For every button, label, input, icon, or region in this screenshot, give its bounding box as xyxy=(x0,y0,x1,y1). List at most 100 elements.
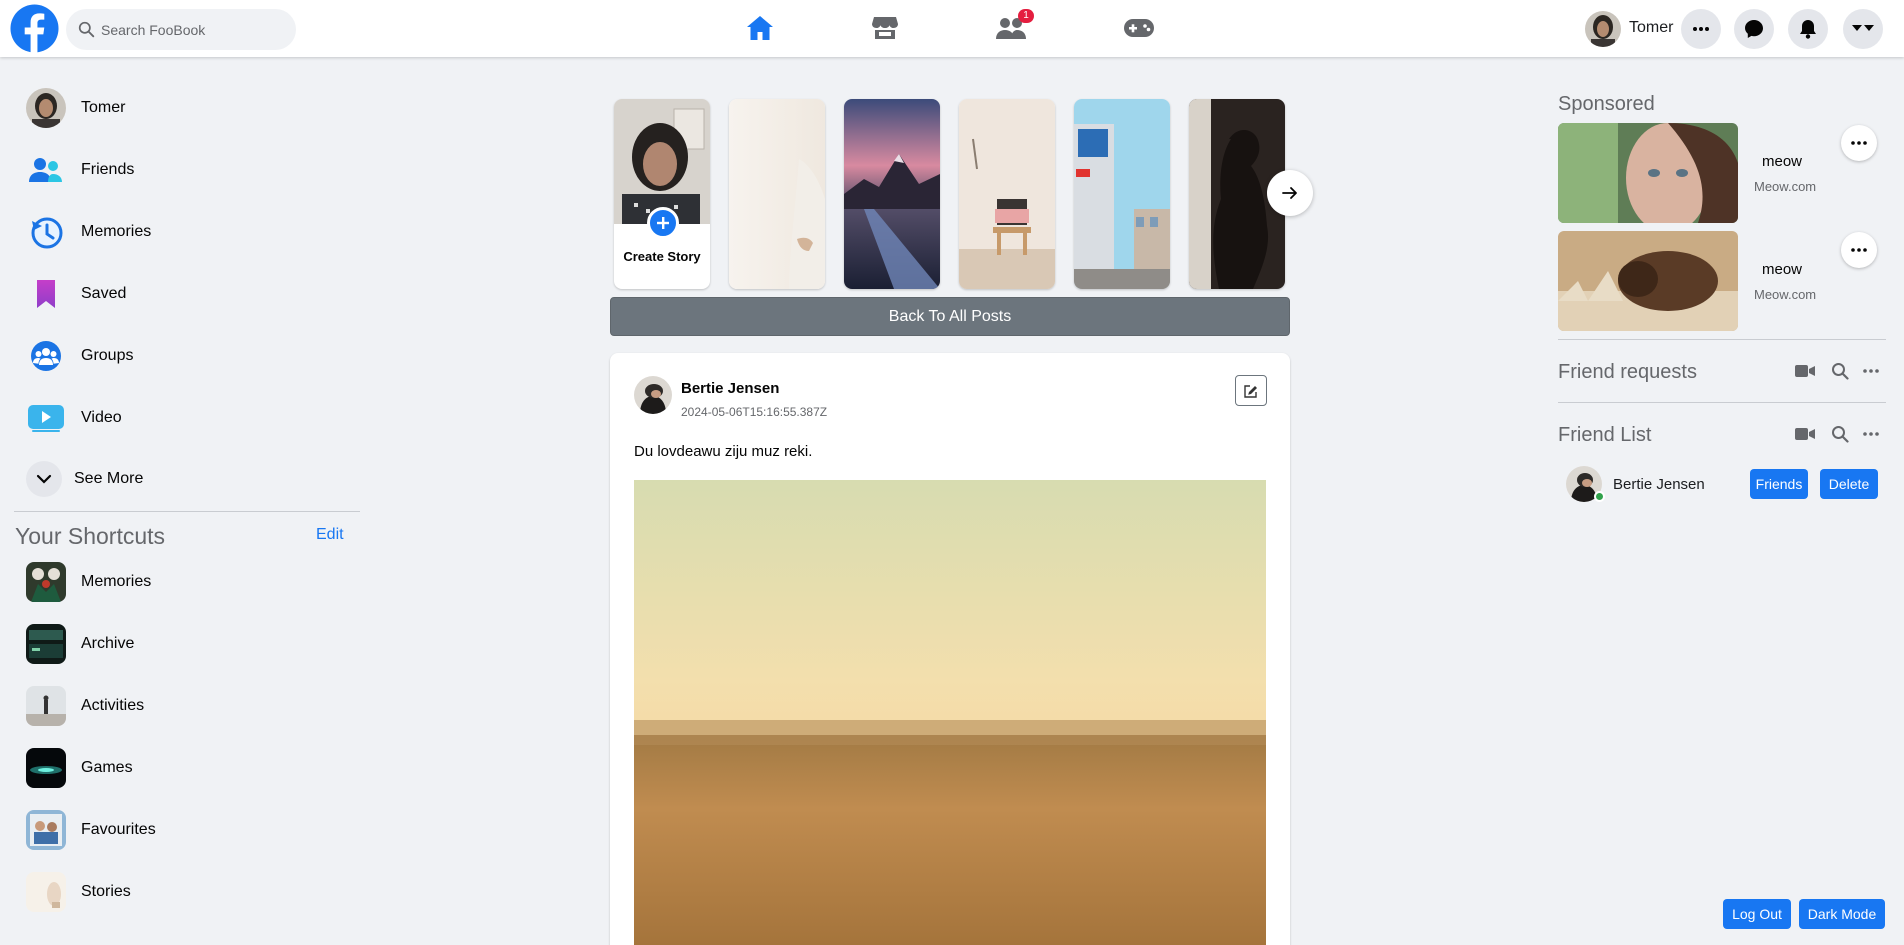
sponsored-ad-image[interactable] xyxy=(1558,123,1738,223)
post-timestamp: 2024-05-06T15:16:55.387Z xyxy=(681,405,828,419)
profile-avatar[interactable] xyxy=(1585,11,1621,47)
ellipsis-icon xyxy=(1851,141,1867,145)
memories-clock-icon xyxy=(26,212,66,252)
create-story-label: Create Story xyxy=(623,249,701,264)
post-image[interactable] xyxy=(634,480,1266,945)
more-menu-button[interactable] xyxy=(1681,9,1721,49)
sidebar-item-saved[interactable]: Saved xyxy=(26,272,346,316)
online-status-indicator xyxy=(1594,491,1605,502)
delete-friend-button[interactable]: Delete xyxy=(1820,469,1878,499)
video-icon xyxy=(26,398,66,438)
shortcut-thumbnail xyxy=(26,810,66,850)
shortcuts-edit-link[interactable]: Edit xyxy=(316,526,344,544)
sponsored-ad-image[interactable] xyxy=(1558,231,1738,331)
story-image xyxy=(1074,99,1170,289)
messenger-button[interactable] xyxy=(1734,9,1774,49)
shortcut-label: Memories xyxy=(81,573,152,590)
sponsored-ad-options-button[interactable] xyxy=(1841,125,1877,161)
friends-icon xyxy=(26,150,66,190)
shortcut-label: Stories xyxy=(81,883,131,900)
shortcut-label: Games xyxy=(81,759,133,776)
shortcut-thumbnail xyxy=(26,748,66,788)
video-camera-icon[interactable] xyxy=(1794,360,1816,382)
add-story-plus-icon[interactable] xyxy=(647,207,679,239)
sponsored-heading: Sponsored xyxy=(1558,93,1655,115)
shortcut-activities[interactable]: Activities xyxy=(26,684,346,728)
sidebar-see-more[interactable]: See More xyxy=(26,457,346,501)
friend-list-heading: Friend List xyxy=(1558,424,1652,446)
bell-icon xyxy=(1800,20,1816,39)
story-card[interactable] xyxy=(959,99,1055,289)
create-story-photo xyxy=(614,99,710,224)
post-body-text: Du lovdeawu ziju muz reki. xyxy=(634,443,813,460)
gaming-controller-icon[interactable] xyxy=(1122,11,1156,45)
chat-bubble-icon xyxy=(1745,20,1763,38)
arrow-right-icon xyxy=(1282,187,1297,199)
friend-name[interactable]: Bertie Jensen xyxy=(1613,476,1705,493)
shortcut-stories[interactable]: Stories xyxy=(26,870,346,914)
post-author-name[interactable]: Bertie Jensen xyxy=(681,380,779,397)
ellipsis-icon xyxy=(1693,27,1709,31)
shortcut-memories[interactable]: Memories xyxy=(26,560,346,604)
sidebar-item-groups[interactable]: Groups xyxy=(26,334,346,378)
story-card[interactable] xyxy=(844,99,940,289)
sidebar-item-memories[interactable]: Memories xyxy=(26,210,346,254)
sponsored-ad-name[interactable]: meow xyxy=(1762,261,1802,278)
home-icon[interactable] xyxy=(743,11,777,45)
sidebar-divider xyxy=(14,511,360,512)
sidebar-item-label: Saved xyxy=(81,285,127,302)
edit-post-button[interactable] xyxy=(1235,375,1267,406)
profile-name[interactable]: Tomer xyxy=(1629,19,1673,37)
shortcut-thumbnail xyxy=(26,562,66,602)
stories-next-button[interactable] xyxy=(1267,170,1313,216)
shortcut-games[interactable]: Games xyxy=(26,746,346,790)
sponsored-ad-name[interactable]: meow xyxy=(1762,153,1802,170)
search-icon xyxy=(78,21,95,38)
friends-button[interactable]: Friends xyxy=(1750,469,1808,499)
story-image xyxy=(844,99,940,289)
sidebar-item-label: Groups xyxy=(81,347,134,364)
dark-mode-button[interactable]: Dark Mode xyxy=(1799,899,1885,929)
ellipsis-icon xyxy=(1851,248,1867,252)
bookmark-icon xyxy=(26,274,66,314)
user-avatar xyxy=(26,88,66,128)
back-to-all-posts-button[interactable]: Back To All Posts xyxy=(610,297,1290,336)
sponsored-ad-options-button[interactable] xyxy=(1841,232,1877,268)
ellipsis-icon[interactable] xyxy=(1860,360,1882,382)
ellipsis-icon[interactable] xyxy=(1860,423,1882,445)
marketplace-store-icon[interactable] xyxy=(868,11,902,45)
sidebar-item-profile[interactable]: Tomer xyxy=(26,86,346,130)
search-icon[interactable] xyxy=(1829,423,1851,445)
video-camera-icon[interactable] xyxy=(1794,423,1816,445)
top-navbar: 1 Tomer xyxy=(0,0,1904,57)
right-divider xyxy=(1558,402,1886,403)
sidebar-item-label: Friends xyxy=(81,161,135,178)
sidebar-item-friends[interactable]: Friends xyxy=(26,148,346,192)
account-menu-button[interactable] xyxy=(1843,9,1883,49)
story-card[interactable] xyxy=(729,99,825,289)
shortcut-favourites[interactable]: Favourites xyxy=(26,808,346,852)
right-divider xyxy=(1558,339,1886,340)
logout-button[interactable]: Log Out xyxy=(1723,899,1791,929)
search-input[interactable] xyxy=(101,9,286,50)
shortcut-label: Activities xyxy=(81,697,145,714)
sidebar-item-label: Video xyxy=(81,409,122,426)
friend-requests-heading: Friend requests xyxy=(1558,361,1697,383)
foobook-logo-icon[interactable] xyxy=(10,4,59,53)
notifications-button[interactable] xyxy=(1788,9,1828,49)
shortcut-thumbnail xyxy=(26,686,66,726)
shortcuts-heading: Your Shortcuts xyxy=(15,523,166,549)
shortcut-thumbnail xyxy=(26,624,66,664)
post-author-avatar[interactable] xyxy=(634,376,672,414)
shortcut-archive[interactable]: Archive xyxy=(26,622,346,666)
sponsored-ad-site[interactable]: Meow.com xyxy=(1754,287,1816,302)
search-icon[interactable] xyxy=(1829,360,1851,382)
friends-notification-badge: 1 xyxy=(1018,9,1034,23)
sidebar-item-label: Tomer xyxy=(81,99,126,116)
post-card: Bertie Jensen 2024-05-06T15:16:55.387Z D… xyxy=(610,353,1290,945)
create-story-card[interactable]: Create Story xyxy=(614,99,710,289)
sponsored-ad-site[interactable]: Meow.com xyxy=(1754,179,1816,194)
story-card[interactable] xyxy=(1074,99,1170,289)
sidebar-item-video[interactable]: Video xyxy=(26,396,346,440)
story-image xyxy=(959,99,1055,289)
